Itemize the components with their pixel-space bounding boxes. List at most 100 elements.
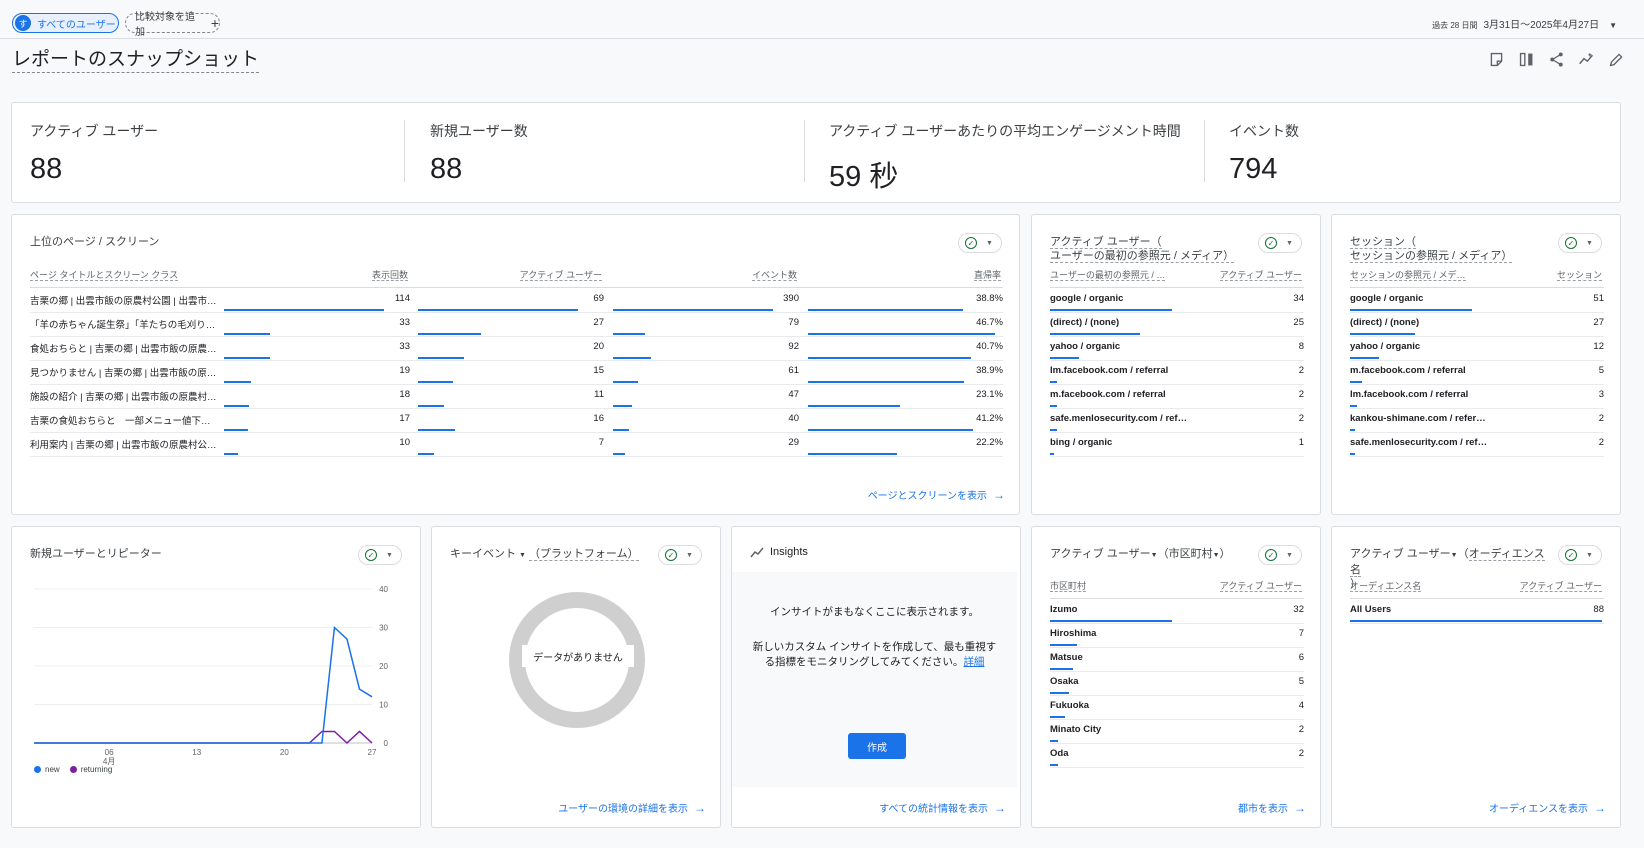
card-compare-menu[interactable]: ✓ ▼ bbox=[958, 233, 1002, 253]
table-row[interactable]: 吉栗の食処おちらと 一部メニュー値下… 17 16 40 41.2% bbox=[12, 409, 1021, 433]
view-pages-link[interactable]: ページとスクリーンを表示 → bbox=[868, 487, 1005, 502]
col-header-active-users[interactable]: アクティブ ユーザー bbox=[1219, 579, 1302, 592]
dimension-cell[interactable]: google / organic bbox=[1050, 293, 1123, 304]
kpi-new-users[interactable]: 新規ユーザー数 88 bbox=[430, 121, 528, 186]
card-compare-menu[interactable]: ✓ ▼ bbox=[1558, 545, 1602, 565]
table-row[interactable]: Minato City 2 bbox=[1032, 720, 1322, 744]
card-compare-menu[interactable]: ✓ ▼ bbox=[658, 545, 702, 565]
table-row[interactable]: (direct) / (none) 27 bbox=[1332, 313, 1622, 337]
kpi-active-users[interactable]: アクティブ ユーザー 88 bbox=[30, 121, 158, 186]
page-title-cell[interactable]: 施設の紹介 | 吉栗の郷 | 出雲市飯の原農村… bbox=[30, 389, 217, 403]
dimension-cell[interactable]: safe.menlosecurity.com / ref… bbox=[1050, 413, 1187, 424]
col-header-audience[interactable]: オーディエンス名 bbox=[1350, 579, 1422, 592]
col-header-source[interactable]: ユーザーの最初の参照元 / … bbox=[1050, 268, 1166, 281]
dimension-cell[interactable]: Fukuoka bbox=[1050, 700, 1089, 711]
edit-icon[interactable] bbox=[1607, 50, 1626, 69]
page-title-cell[interactable]: 吉栗の食処おちらと 一部メニュー値下… bbox=[30, 413, 211, 427]
dimension-cell[interactable]: Izumo bbox=[1050, 604, 1077, 615]
table-row[interactable]: Izumo 32 bbox=[1032, 600, 1322, 624]
add-comparison-button[interactable]: 比較対象を追加 + bbox=[125, 12, 220, 38]
view-all-insights-link[interactable]: すべての統計情報を表示 → bbox=[879, 800, 1006, 815]
dimension-cell[interactable]: lm.facebook.com / referral bbox=[1050, 365, 1168, 376]
dimension-cell[interactable]: m.facebook.com / referral bbox=[1050, 389, 1166, 400]
date-range-picker[interactable]: 過去 28 日間 3月31日～2025年4月27日 ▼ bbox=[1432, 16, 1617, 31]
table-row[interactable]: yahoo / organic 8 bbox=[1032, 337, 1322, 361]
dimension-cell[interactable]: Matsue bbox=[1050, 652, 1083, 663]
table-row[interactable]: lm.facebook.com / referral 3 bbox=[1332, 385, 1622, 409]
details-link[interactable]: 詳細 bbox=[963, 656, 984, 668]
table-row[interactable]: 吉栗の郷 | 出雲市飯の原農村公園 | 出雲市… 114 69 390 38.8% bbox=[12, 289, 1021, 313]
card-compare-menu[interactable]: ✓ ▼ bbox=[1258, 545, 1302, 565]
table-row[interactable]: google / organic 34 bbox=[1032, 289, 1322, 313]
table-row[interactable]: (direct) / (none) 25 bbox=[1032, 313, 1322, 337]
table-row[interactable]: bing / organic 1 bbox=[1032, 433, 1322, 457]
col-header-city[interactable]: 市区町村 bbox=[1050, 579, 1087, 592]
table-row[interactable]: m.facebook.com / referral 2 bbox=[1032, 385, 1322, 409]
dimension-cell[interactable]: Oda bbox=[1050, 748, 1068, 759]
insights-icon[interactable] bbox=[1577, 50, 1596, 69]
col-header-bounce[interactable]: 直帰率 bbox=[973, 268, 1001, 281]
dimension-cell[interactable]: (direct) / (none) bbox=[1050, 317, 1119, 328]
view-cities-link[interactable]: 都市を表示 → bbox=[1238, 800, 1306, 815]
dimension-cell[interactable]: Osaka bbox=[1050, 676, 1079, 687]
dimension-cell[interactable]: safe.menlosecurity.com / ref… bbox=[1350, 437, 1487, 448]
dimension-cell[interactable]: google / organic bbox=[1350, 293, 1423, 304]
table-row[interactable]: All Users 88 bbox=[1332, 600, 1622, 624]
col-header-sessions[interactable]: セッション bbox=[1556, 268, 1602, 281]
col-header-active-users[interactable]: アクティブ ユーザー bbox=[1219, 268, 1302, 281]
col-header-events[interactable]: イベント数 bbox=[751, 268, 797, 281]
col-header-views[interactable]: 表示回数 bbox=[371, 268, 408, 281]
page-title-cell[interactable]: 利用案内 | 吉栗の郷 | 出雲市飯の原農村公… bbox=[30, 437, 217, 451]
series-line-returning[interactable] bbox=[34, 730, 373, 745]
dimension-cell[interactable]: m.facebook.com / referral bbox=[1350, 365, 1466, 376]
notes-icon[interactable] bbox=[1487, 50, 1506, 69]
series-line-new[interactable] bbox=[34, 625, 373, 744]
dimension-cell[interactable]: (direct) / (none) bbox=[1350, 317, 1419, 328]
user-segment-chip[interactable]: す すべてのユーザー bbox=[12, 13, 119, 33]
table-row[interactable]: Oda 2 bbox=[1032, 744, 1322, 768]
dimension-cell[interactable]: yahoo / organic bbox=[1350, 341, 1420, 352]
table-row[interactable]: lm.facebook.com / referral 2 bbox=[1032, 361, 1322, 385]
kpi-engagement-time[interactable]: アクティブ ユーザーあたりの平均エンゲージメント時間 59 秒 bbox=[829, 121, 1181, 195]
dimension-cell[interactable]: lm.facebook.com / referral bbox=[1350, 389, 1468, 400]
table-row[interactable]: 見つかりません | 吉栗の郷 | 出雲市飯の原… 19 15 61 38.9% bbox=[12, 361, 1021, 385]
dimension-cell[interactable]: All Users bbox=[1350, 604, 1391, 615]
table-row[interactable]: Matsue 6 bbox=[1032, 648, 1322, 672]
create-insight-button[interactable]: 作成 bbox=[848, 733, 906, 759]
compare-icon[interactable] bbox=[1517, 50, 1536, 69]
table-row[interactable]: kankou-shimane.com / refer… 2 bbox=[1332, 409, 1622, 433]
col-header-active-users[interactable]: アクティブ ユーザー bbox=[519, 268, 602, 281]
card-compare-menu[interactable]: ✓ ▼ bbox=[1258, 233, 1302, 253]
page-title-cell[interactable]: 見つかりません | 吉栗の郷 | 出雲市飯の原… bbox=[30, 365, 216, 379]
col-header-session-source[interactable]: セッションの参照元 / メデ… bbox=[1350, 268, 1466, 281]
table-row[interactable]: 食処おちらと | 吉栗の郷 | 出雲市飯の原農… 33 20 92 40.7% bbox=[12, 337, 1021, 361]
dimension-cell[interactable]: bing / organic bbox=[1050, 437, 1112, 448]
share-icon[interactable] bbox=[1547, 50, 1566, 69]
col-header-active-users[interactable]: アクティブ ユーザー bbox=[1519, 579, 1602, 592]
col-header-page[interactable]: ページ タイトルとスクリーン クラス bbox=[30, 268, 179, 281]
page-title-cell[interactable]: 「羊の赤ちゃん誕生祭」「羊たちの毛刈り… bbox=[30, 317, 215, 331]
page-title-cell[interactable]: 吉栗の郷 | 出雲市飯の原農村公園 | 出雲市… bbox=[30, 293, 217, 307]
dimension-cell[interactable]: yahoo / organic bbox=[1050, 341, 1120, 352]
table-row[interactable]: Fukuoka 4 bbox=[1032, 696, 1322, 720]
table-row[interactable]: 利用案内 | 吉栗の郷 | 出雲市飯の原農村公… 10 7 29 22.2% bbox=[12, 433, 1021, 457]
table-row[interactable]: Osaka 5 bbox=[1032, 672, 1322, 696]
kpi-event-count[interactable]: イベント数 794 bbox=[1229, 121, 1299, 186]
dimension-cell[interactable]: kankou-shimane.com / refer… bbox=[1350, 413, 1486, 424]
legend-item-returning[interactable]: returning bbox=[69, 765, 112, 774]
table-row[interactable]: safe.menlosecurity.com / ref… 2 bbox=[1332, 433, 1622, 457]
table-row[interactable]: 「羊の赤ちゃん誕生祭」「羊たちの毛刈り… 33 27 79 46.7% bbox=[12, 313, 1021, 337]
dimension-cell[interactable]: Minato City bbox=[1050, 724, 1101, 735]
dimension-cell[interactable]: Hiroshima bbox=[1050, 628, 1096, 639]
card-compare-menu[interactable]: ✓ ▼ bbox=[1558, 233, 1602, 253]
table-row[interactable]: m.facebook.com / referral 5 bbox=[1332, 361, 1622, 385]
table-row[interactable]: 施設の紹介 | 吉栗の郷 | 出雲市飯の原農村… 18 11 47 23.1% bbox=[12, 385, 1021, 409]
table-row[interactable]: Hiroshima 7 bbox=[1032, 624, 1322, 648]
legend-item-new[interactable]: new bbox=[34, 765, 60, 774]
table-row[interactable]: safe.menlosecurity.com / ref… 2 bbox=[1032, 409, 1322, 433]
page-title-cell[interactable]: 食処おちらと | 吉栗の郷 | 出雲市飯の原農… bbox=[30, 341, 217, 355]
view-environment-link[interactable]: ユーザーの環境の詳細を表示 → bbox=[558, 800, 706, 815]
view-audiences-link[interactable]: オーディエンスを表示 → bbox=[1489, 800, 1606, 815]
table-row[interactable]: yahoo / organic 12 bbox=[1332, 337, 1622, 361]
table-row[interactable]: google / organic 51 bbox=[1332, 289, 1622, 313]
